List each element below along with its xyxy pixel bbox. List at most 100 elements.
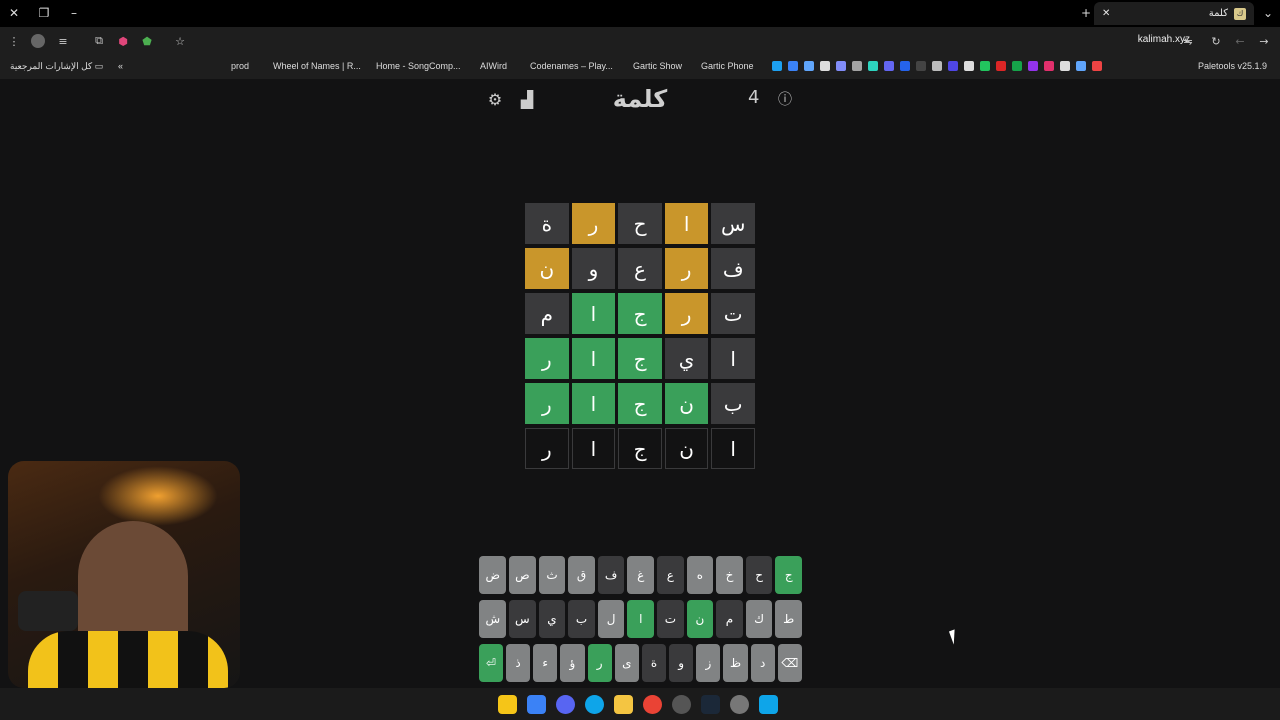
bookmark-favicon-icon[interactable] [868,61,878,71]
bookmark-item[interactable]: AIWird [480,61,507,71]
key-button[interactable]: ب [568,600,595,638]
key-button[interactable]: ه [686,556,714,594]
reload-icon[interactable]: ↻ [1208,33,1224,49]
key-button[interactable]: س [509,600,536,638]
key-button[interactable]: ق [568,556,595,594]
bookmark-favicon-icon[interactable] [948,61,958,71]
bookmark-favicon-icon[interactable] [1044,61,1054,71]
game-header: ⚙ ▟ كلمة 4 ⓘ [480,79,800,121]
key-button[interactable]: ظ [723,644,748,682]
new-tab-icon[interactable]: + [1076,4,1096,22]
bookmark-favicon-icon[interactable] [772,61,782,71]
bookmark-item[interactable]: Gartic Show [633,61,682,71]
bookmark-favicon-icon[interactable] [820,61,830,71]
bookmark-favicon-icon[interactable] [1028,61,1038,71]
key-button[interactable]: ض [479,556,507,594]
bookmark-item[interactable]: prod [231,61,249,71]
settings-gear-icon[interactable]: ⚙ [486,91,504,109]
streak-count: 4 [748,87,760,108]
bookmark-item[interactable]: Wheel of Names | R... [273,61,361,71]
bookmark-favicon-icon[interactable] [1012,61,1022,71]
backspace-key-icon[interactable]: ⌫ [777,644,802,682]
bookmark-favicon-icon[interactable] [804,61,814,71]
letter-tile: ة [525,203,569,244]
screen: ✕ ❐ – + ✕ كلمة ك ⌄ ⋮ ≡ ⧉ ⬢ ⬟ ☆ kalimah.x… [0,0,1280,720]
site-settings-icon[interactable]: ⇋ [1180,33,1196,49]
key-button[interactable]: ك [745,600,773,638]
bookmark-favicon-icon[interactable] [1060,61,1070,71]
key-button[interactable]: ة [641,644,667,682]
reading-list-icon[interactable]: ≡ [55,33,71,49]
key-button[interactable]: غ [627,556,655,594]
key-button[interactable]: ف [597,556,625,594]
key-button[interactable]: ج [775,556,802,594]
tab-search-icon[interactable]: ⌄ [1258,4,1278,22]
steam-icon[interactable] [701,695,720,714]
bookmark-favicon-icon[interactable] [1092,61,1102,71]
all-bookmarks-folder[interactable]: كل الإشارات المرجعية ▭ [10,61,103,72]
key-button[interactable]: ن [686,600,714,638]
restore-window-icon[interactable]: ❐ [34,4,54,22]
app-icon[interactable] [672,695,691,714]
minimize-window-icon[interactable]: – [64,4,84,22]
tab-active[interactable]: ✕ كلمة ك [1094,2,1254,25]
key-button[interactable]: ح [745,556,773,594]
bookmark-favicon-icon[interactable] [836,61,846,71]
bookmark-favicon-icon[interactable] [996,61,1006,71]
edge-icon[interactable] [585,695,604,714]
key-button[interactable]: ء [533,644,558,682]
bookmark-favicon-icon[interactable] [1076,61,1086,71]
menu-kebab-icon[interactable]: ⋮ [6,33,22,49]
overflow-chevron-icon[interactable]: « [118,61,123,71]
chrome-icon[interactable] [643,695,662,714]
bookmark-item[interactable]: Codenames – Play... [530,61,613,71]
key-button[interactable]: ص [509,556,536,594]
key-button[interactable]: ا [627,600,655,638]
ublock-icon[interactable]: ⬢ [115,33,131,49]
bookmark-favicon-icon[interactable] [900,61,910,71]
key-button[interactable]: م [716,600,743,638]
key-button[interactable]: ل [597,600,625,638]
shield-icon[interactable]: ⬟ [139,33,155,49]
app-icon[interactable] [498,695,517,714]
key-button[interactable]: ؤ [560,644,585,682]
profile-avatar-icon[interactable] [31,34,45,48]
key-button[interactable]: ز [696,644,721,682]
tab-close-icon[interactable]: ✕ [1102,8,1110,19]
settings-icon[interactable] [730,695,749,714]
bookmark-favicon-icon[interactable] [852,61,862,71]
help-question-icon[interactable]: ⓘ [776,91,794,109]
stats-chart-icon[interactable]: ▟ [518,91,536,109]
enter-key-icon[interactable]: ⏎ [478,644,503,682]
key-button[interactable]: ث [538,556,566,594]
key-button[interactable]: ت [657,600,684,638]
key-button[interactable]: و [669,644,694,682]
bookmark-star-icon[interactable]: ☆ [172,33,188,49]
bookmark-favicon-icon[interactable] [884,61,894,71]
bookmark-favicon-icon[interactable] [980,61,990,71]
app-icon[interactable] [527,695,546,714]
bookmark-favicon-icon[interactable] [788,61,798,71]
discord-icon[interactable] [556,695,575,714]
close-window-icon[interactable]: ✕ [4,4,24,22]
key-button[interactable]: ط [775,600,802,638]
bookmark-item[interactable]: Gartic Phone [701,61,754,71]
windows-start-icon[interactable] [759,695,778,714]
key-button[interactable]: ذ [505,644,531,682]
extensions-icon[interactable]: ⧉ [91,33,107,49]
key-button[interactable]: خ [716,556,743,594]
key-button[interactable]: د [750,644,775,682]
bookmark-favicon-icon[interactable] [916,61,926,71]
file-explorer-icon[interactable] [614,695,633,714]
bookmark-favicon-icon[interactable] [932,61,942,71]
key-button[interactable]: ى [614,644,639,682]
key-button[interactable]: ي [538,600,566,638]
back-icon[interactable]: → [1256,33,1272,49]
forward-icon[interactable]: ← [1232,33,1248,49]
bookmark-favicon-icon[interactable] [964,61,974,71]
key-button[interactable]: ش [479,600,507,638]
bookmark-item[interactable]: Paletools v25.1.9 [1198,61,1267,71]
bookmark-item[interactable]: Home - SongComp... [376,61,461,71]
key-button[interactable]: ع [657,556,684,594]
key-button[interactable]: ر [587,644,612,682]
